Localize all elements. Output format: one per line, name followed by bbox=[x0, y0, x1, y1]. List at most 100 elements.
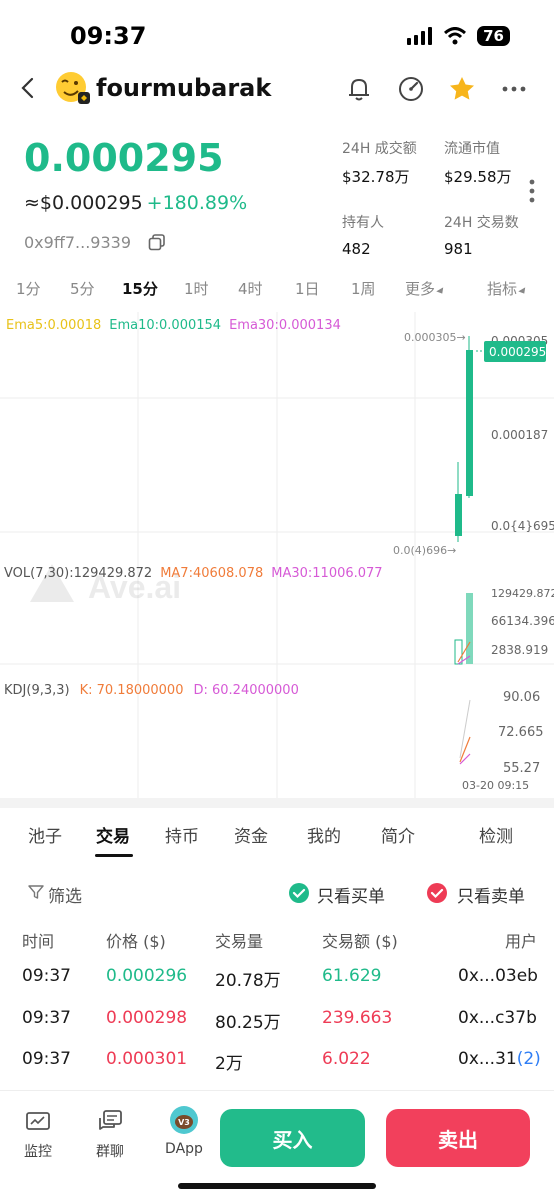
tab-mine[interactable]: 我的 bbox=[307, 822, 341, 847]
token-avatar bbox=[56, 72, 90, 104]
ema30-value: Ema30:0.000134 bbox=[229, 318, 341, 333]
wifi-icon bbox=[444, 27, 467, 45]
price-chart[interactable]: Ave.ai 0.000305→ 0.0(4)696→ 0.000305 0.0… bbox=[0, 312, 554, 798]
volume-legend: VOL(7,30):129429.872 MA7:40608.078 MA30:… bbox=[4, 566, 383, 581]
sell-only-check-icon[interactable] bbox=[426, 882, 448, 904]
stats-more-icon[interactable] bbox=[528, 178, 536, 204]
indicators-menu[interactable]: 指标 bbox=[487, 278, 527, 299]
table-row[interactable]: 09:37 0.000301 2万 6.022 0x...31(2) bbox=[0, 1049, 554, 1075]
timeframe-15m[interactable]: 15分 bbox=[122, 278, 158, 299]
table-row[interactable]: 09:37 0.000296 20.78万 61.629 0x...03eb bbox=[0, 966, 554, 992]
tab-trades[interactable]: 交易 bbox=[96, 822, 130, 847]
nav-monitor[interactable]: 监控 bbox=[8, 1109, 68, 1161]
volume-bar bbox=[466, 593, 473, 664]
user-address: 0x...31 bbox=[458, 1049, 517, 1069]
timeframe-4h[interactable]: 4时 bbox=[238, 278, 263, 299]
filter-label[interactable]: 筛选 bbox=[48, 882, 82, 907]
sell-only-label[interactable]: 只看卖单 bbox=[457, 882, 525, 907]
nav-group-chat[interactable]: 群聊 bbox=[80, 1109, 140, 1161]
trade-amount: 239.663 bbox=[322, 1008, 393, 1028]
timeframe-bar: 1分 5分 15分 1时 4时 1日 1周 更多 指标 bbox=[0, 276, 554, 302]
usd-price-row: ≈$0.000295 +180.89% bbox=[24, 192, 247, 214]
trade-qty: 2万 bbox=[215, 1054, 243, 1074]
stat-value: 482 bbox=[342, 240, 371, 258]
table-row[interactable]: 09:37 0.000298 80.25万 239.663 0x...c37b bbox=[0, 1008, 554, 1034]
token-header: fourmubarak bbox=[0, 66, 554, 114]
stat-value: $29.58万 bbox=[444, 168, 512, 186]
stat-value: $32.78万 bbox=[342, 168, 410, 186]
vol-tick: 129429.872 bbox=[491, 587, 554, 600]
candle-body bbox=[466, 350, 473, 496]
trade-qty: 80.25万 bbox=[215, 1013, 281, 1033]
stat-24h-volume: 24H 成交额 $32.78万 bbox=[342, 138, 417, 187]
buy-only-check-icon[interactable] bbox=[288, 882, 310, 904]
buy-button[interactable]: 买入 bbox=[220, 1109, 365, 1167]
vol-tick: 66134.396 bbox=[491, 614, 554, 628]
trade-time: 09:37 bbox=[22, 1049, 71, 1069]
tab-intro[interactable]: 简介 bbox=[381, 822, 415, 847]
stat-value: 981 bbox=[444, 240, 473, 258]
kdj-label: KDJ(9,3,3) bbox=[4, 683, 70, 698]
y-tick: 0.0{4}695 bbox=[491, 519, 554, 533]
tab-check[interactable]: 检测 bbox=[479, 822, 513, 847]
trade-price: 0.000296 bbox=[106, 966, 188, 986]
stat-holders: 持有人 482 bbox=[342, 212, 384, 258]
nav-group-chat-label: 群聊 bbox=[96, 1144, 124, 1160]
trade-amount: 61.629 bbox=[322, 966, 382, 986]
ema10-value: Ema10:0.000154 bbox=[109, 318, 222, 333]
dapp-badge: V3 bbox=[178, 1118, 190, 1127]
tab-pool[interactable]: 池子 bbox=[28, 822, 62, 847]
timeframe-more[interactable]: 更多 bbox=[405, 278, 445, 299]
active-tab-indicator bbox=[95, 854, 133, 857]
nav-dapp[interactable]: V3 DApp bbox=[154, 1105, 214, 1157]
bell-icon[interactable] bbox=[344, 74, 374, 104]
trade-amount: 6.022 bbox=[322, 1049, 371, 1069]
status-bar: 09:37 76 bbox=[0, 0, 554, 70]
nav-monitor-label: 监控 bbox=[24, 1144, 52, 1160]
trade-user[interactable]: 0x...c37b bbox=[458, 1008, 537, 1028]
stat-label: 持有人 bbox=[342, 215, 384, 231]
usd-price: ≈$0.000295 bbox=[24, 192, 143, 214]
filter-icon[interactable] bbox=[28, 884, 44, 900]
col-time: 时间 bbox=[22, 932, 55, 951]
col-user: 用户 bbox=[505, 932, 538, 951]
col-quantity: 交易量 bbox=[215, 932, 264, 951]
kdj-legend: KDJ(9,3,3) K: 70.18000000 D: 60.24000000 bbox=[4, 683, 299, 698]
more-options-icon[interactable] bbox=[499, 74, 529, 104]
user-address: 0x...c37b bbox=[458, 1008, 537, 1028]
star-icon[interactable] bbox=[447, 74, 477, 104]
kdj-tick: 72.665 bbox=[498, 725, 544, 740]
section-divider bbox=[0, 798, 554, 808]
battery-indicator: 76 bbox=[477, 26, 510, 46]
timeframe-1m[interactable]: 1分 bbox=[16, 278, 41, 299]
trade-user[interactable]: 0x...31(2) bbox=[458, 1049, 541, 1069]
back-arrow-icon[interactable] bbox=[14, 74, 42, 102]
chart-svg: Ave.ai 0.000305→ 0.0(4)696→ 0.000305 0.0… bbox=[0, 312, 554, 798]
trade-time: 09:37 bbox=[22, 966, 71, 986]
tab-funds[interactable]: 资金 bbox=[234, 822, 268, 847]
low-marker: 0.0(4)696→ bbox=[393, 544, 456, 557]
kdj-tick: 55.27 bbox=[503, 761, 540, 776]
home-indicator bbox=[178, 1183, 376, 1189]
sell-button[interactable]: 卖出 bbox=[386, 1109, 530, 1167]
timeframe-1h[interactable]: 1时 bbox=[184, 278, 209, 299]
tab-holders[interactable]: 持币 bbox=[165, 822, 199, 847]
stat-label: 24H 成交额 bbox=[342, 141, 417, 157]
current-price: 0.000295 bbox=[24, 136, 224, 180]
chat-icon bbox=[99, 1110, 122, 1130]
trade-user[interactable]: 0x...03eb bbox=[458, 966, 538, 986]
timeframe-5m[interactable]: 5分 bbox=[70, 278, 95, 299]
trade-price: 0.000298 bbox=[106, 1008, 188, 1028]
copy-icon[interactable] bbox=[148, 233, 166, 251]
buy-only-label[interactable]: 只看买单 bbox=[317, 882, 385, 907]
token-name: fourmubarak bbox=[96, 74, 272, 102]
y-tick: 0.000187 bbox=[491, 428, 548, 442]
speedometer-icon[interactable] bbox=[396, 74, 426, 104]
user-count: (2) bbox=[516, 1049, 541, 1069]
current-price-tag-text: 0.000295 bbox=[489, 345, 546, 359]
status-time: 09:37 bbox=[70, 22, 147, 50]
detail-tabs: 池子 交易 持币 资金 我的 简介 检测 bbox=[0, 812, 554, 862]
timeframe-1d[interactable]: 1日 bbox=[295, 278, 320, 299]
timeframe-1w[interactable]: 1周 bbox=[351, 278, 376, 299]
candle-body bbox=[455, 494, 462, 536]
